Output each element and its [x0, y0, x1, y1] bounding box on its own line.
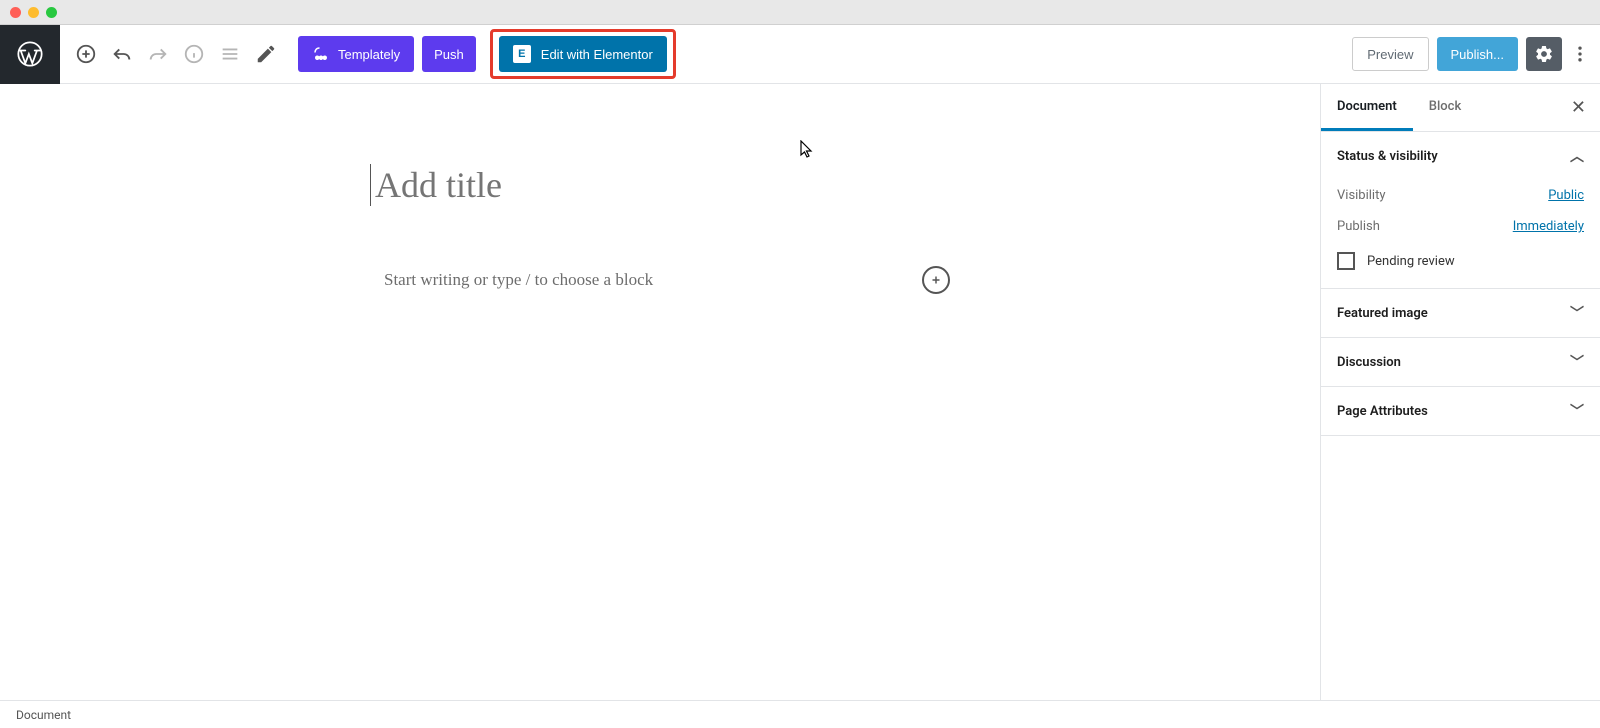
settings-button[interactable]: [1526, 37, 1562, 71]
pending-review-row[interactable]: Pending review: [1337, 242, 1584, 274]
window-minimize-dot[interactable]: [28, 7, 39, 18]
content-placeholder: Start writing or type / to choose a bloc…: [370, 270, 722, 290]
tab-block[interactable]: Block: [1413, 84, 1477, 131]
elementor-highlight: E Edit with Elementor: [490, 29, 676, 79]
gear-icon: [1534, 44, 1554, 64]
info-icon: [183, 43, 205, 65]
content-editor: Start writing or type / to choose a bloc…: [0, 84, 1320, 700]
visibility-label: Visibility: [1337, 188, 1386, 203]
publish-row: Publish Immediately: [1337, 211, 1584, 242]
visibility-row: Visibility Public: [1337, 180, 1584, 211]
chevron-down-icon: ﹀: [1570, 303, 1584, 323]
publish-label: Publish: [1337, 219, 1380, 234]
panel-page-attributes-title: Page Attributes: [1337, 404, 1428, 419]
close-sidebar-button[interactable]: ✕: [1563, 93, 1594, 122]
pending-review-checkbox[interactable]: [1337, 252, 1355, 270]
window-close-dot[interactable]: [10, 7, 21, 18]
panel-status-title: Status & visibility: [1337, 149, 1438, 164]
push-button[interactable]: Push: [422, 36, 476, 72]
block-navigation-button[interactable]: [212, 36, 248, 72]
elementor-icon: E: [513, 45, 531, 63]
tab-document[interactable]: Document: [1321, 84, 1413, 131]
panel-page-attributes: Page Attributes ﹀: [1321, 387, 1600, 436]
publish-value-link[interactable]: Immediately: [1513, 219, 1584, 234]
window-chrome: [0, 0, 1600, 25]
plus-icon: [929, 273, 943, 287]
main-area: Start writing or type / to choose a bloc…: [0, 84, 1600, 700]
more-vertical-icon: [1570, 44, 1590, 64]
panel-page-attributes-header[interactable]: Page Attributes ﹀: [1321, 387, 1600, 435]
push-label: Push: [434, 47, 464, 62]
chevron-up-icon: ︿: [1570, 146, 1584, 166]
list-icon: [219, 43, 241, 65]
breadcrumb[interactable]: Document: [16, 708, 71, 722]
undo-button[interactable]: [104, 36, 140, 72]
window-maximize-dot[interactable]: [46, 7, 57, 18]
panel-status-header[interactable]: Status & visibility ︿: [1321, 132, 1600, 180]
pencil-icon: [255, 43, 277, 65]
panel-featured-image-header[interactable]: Featured image ﹀: [1321, 289, 1600, 337]
post-title-input[interactable]: [370, 164, 950, 206]
editor-footer: Document: [0, 700, 1600, 728]
editor-toolbar: Templately Push E Edit with Elementor Pr…: [0, 25, 1600, 84]
elementor-label: Edit with Elementor: [541, 47, 653, 62]
chevron-down-icon: ﹀: [1570, 352, 1584, 372]
panel-discussion: Discussion ﹀: [1321, 338, 1600, 387]
plus-circle-icon: [75, 43, 97, 65]
publish-button[interactable]: Publish...: [1437, 37, 1518, 71]
inline-add-block-button[interactable]: [922, 266, 950, 294]
settings-sidebar: Document Block ✕ Status & visibility ︿ V…: [1320, 84, 1600, 700]
close-icon: ✕: [1571, 97, 1586, 117]
cursor-pointer-icon: [800, 140, 814, 162]
panel-featured-image-title: Featured image: [1337, 306, 1428, 321]
content-area[interactable]: Start writing or type / to choose a bloc…: [370, 266, 950, 294]
chevron-down-icon: ﹀: [1570, 401, 1584, 421]
panel-status-body: Visibility Public Publish Immediately Pe…: [1321, 180, 1600, 288]
panel-status-visibility: Status & visibility ︿ Visibility Public …: [1321, 132, 1600, 289]
pending-review-label: Pending review: [1367, 254, 1455, 269]
add-block-toolbar-button[interactable]: [68, 36, 104, 72]
visibility-value-link[interactable]: Public: [1548, 188, 1584, 203]
redo-button[interactable]: [140, 36, 176, 72]
panel-discussion-header[interactable]: Discussion ﹀: [1321, 338, 1600, 386]
wordpress-logo[interactable]: [0, 25, 60, 84]
preview-button[interactable]: Preview: [1352, 37, 1428, 71]
templately-icon: [312, 45, 330, 63]
undo-icon: [111, 43, 133, 65]
panel-featured-image: Featured image ﹀: [1321, 289, 1600, 338]
redo-icon: [147, 43, 169, 65]
templately-button[interactable]: Templately: [298, 36, 414, 72]
panel-discussion-title: Discussion: [1337, 355, 1401, 370]
wordpress-icon: [16, 40, 44, 68]
more-options-button[interactable]: [1568, 37, 1592, 71]
edit-with-elementor-button[interactable]: E Edit with Elementor: [499, 36, 667, 72]
info-button[interactable]: [176, 36, 212, 72]
edit-button[interactable]: [248, 36, 284, 72]
templately-label: Templately: [338, 47, 400, 62]
sidebar-tabs: Document Block ✕: [1321, 84, 1600, 132]
